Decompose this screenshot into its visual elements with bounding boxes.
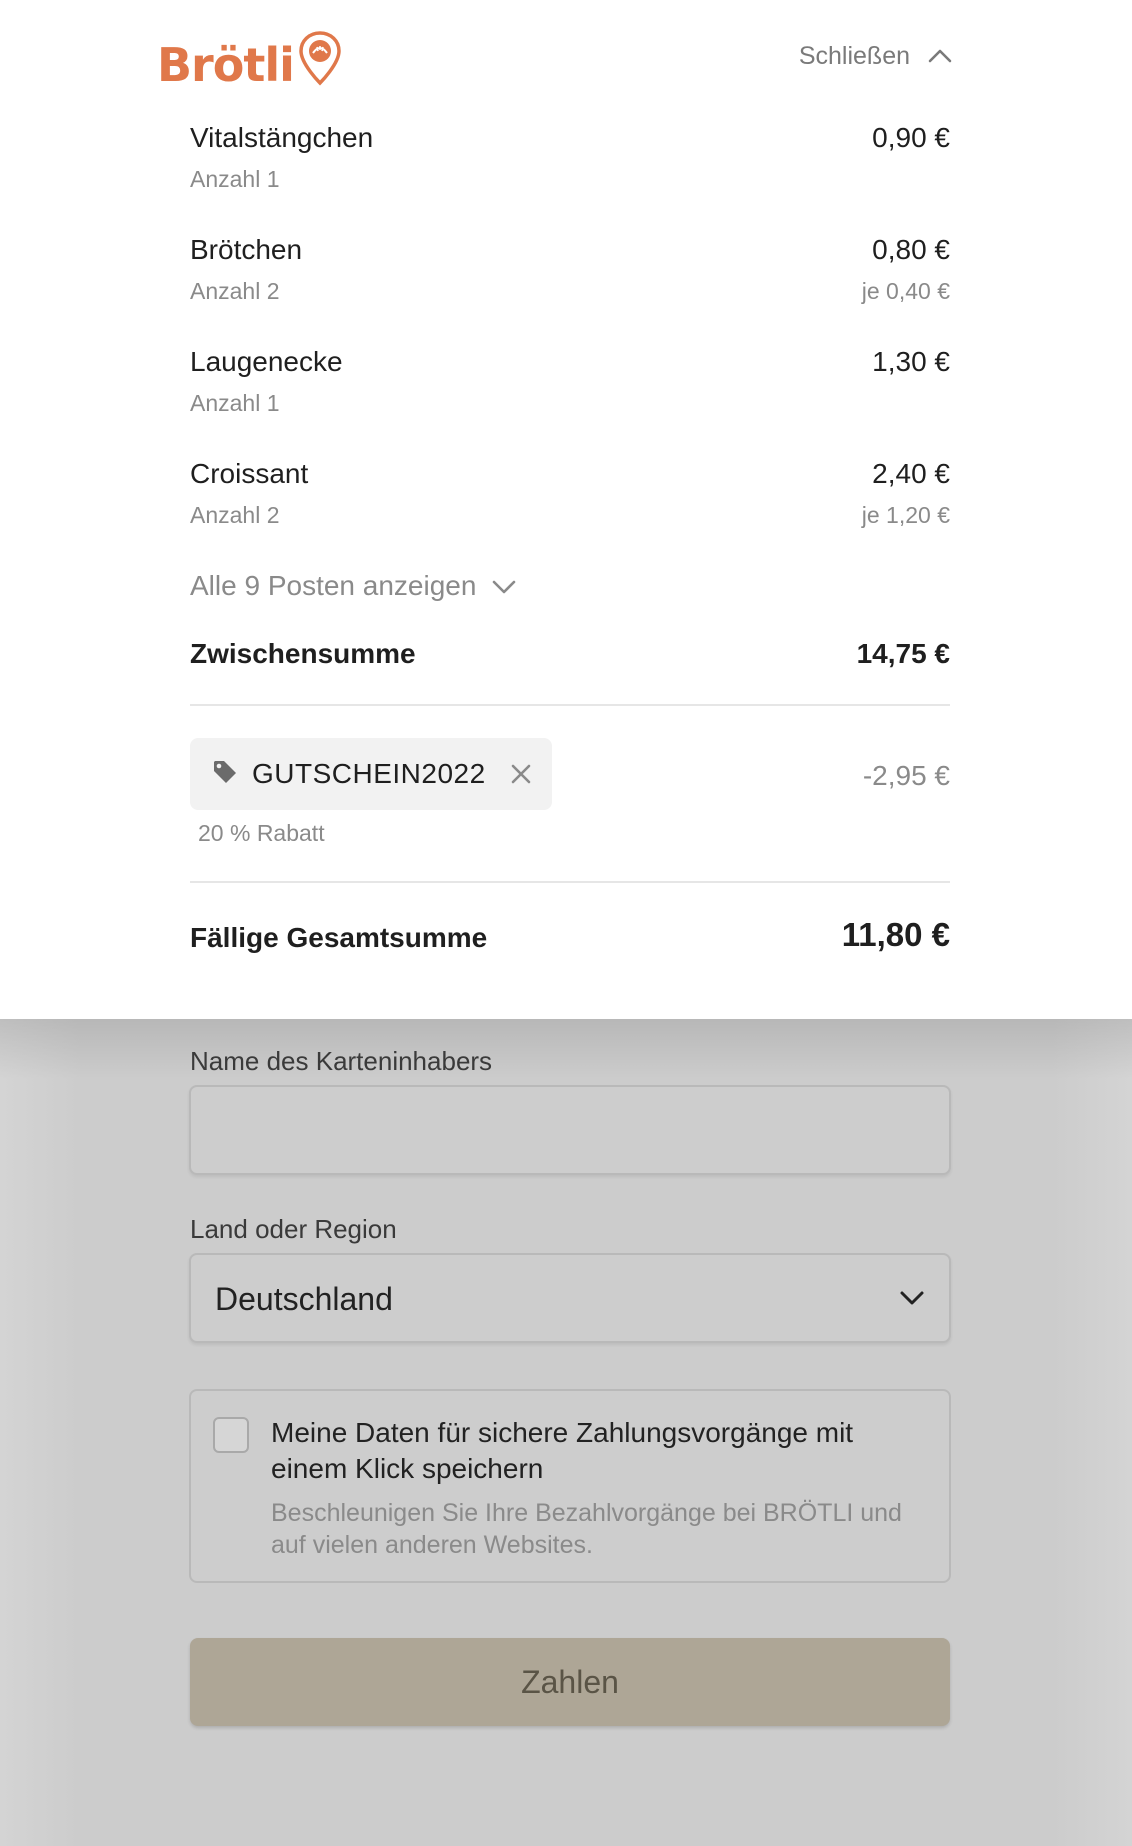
item-name: Croissant bbox=[190, 458, 309, 489]
item-price: 0,90 € bbox=[872, 122, 950, 153]
item-price: 2,40 € bbox=[872, 458, 950, 489]
item-name: Brötchen bbox=[190, 234, 303, 265]
item-quantity: Anzahl 1 bbox=[190, 166, 280, 192]
item-quantity: Anzahl 1 bbox=[190, 390, 280, 416]
divider bbox=[190, 881, 950, 883]
line-item: Laugenecke Anzahl 1 1,30 € bbox=[190, 342, 950, 454]
coupon-code: GUTSCHEIN2022 bbox=[252, 758, 486, 789]
subtotal-value: 14,75 € bbox=[856, 638, 950, 669]
subtotal-label: Zwischensumme bbox=[190, 638, 416, 669]
coupon-chip: GUTSCHEIN2022 bbox=[190, 738, 552, 810]
line-items-list: Vitalstängchen Anzahl 1 0,90 € Brötchen … bbox=[190, 118, 950, 566]
item-price: 1,30 € bbox=[872, 346, 950, 377]
sheet-shadow bbox=[0, 1019, 1132, 1079]
total-label: Fällige Gesamtsumme bbox=[190, 922, 488, 953]
show-all-items-button[interactable]: Alle 9 Posten anzeigen bbox=[190, 570, 516, 602]
discount-value: -2,95 € bbox=[862, 760, 950, 791]
brotli-logo: Brötli bbox=[157, 30, 342, 91]
remove-coupon-button[interactable] bbox=[510, 763, 532, 785]
tag-icon bbox=[212, 759, 238, 790]
pay-button[interactable]: Zahlen bbox=[190, 1638, 950, 1726]
save-details-description: Beschleunigen Sie Ihre Bezahlvorgänge be… bbox=[271, 1499, 902, 1559]
item-quantity: Anzahl 2 bbox=[190, 502, 280, 528]
item-quantity: Anzahl 2 bbox=[190, 278, 280, 304]
save-details-title: Meine Daten für sichere Zahlungsvorgänge… bbox=[271, 1417, 854, 1484]
cardholder-name-input[interactable] bbox=[189, 1085, 951, 1175]
item-unit-price: je 0,40 € bbox=[861, 278, 950, 304]
line-item: Vitalstängchen Anzahl 1 0,90 € bbox=[190, 118, 950, 230]
chevron-down-icon bbox=[899, 1289, 925, 1312]
close-summary-label: Schließen bbox=[798, 42, 910, 70]
chevron-down-icon bbox=[492, 570, 516, 602]
item-price: 0,80 € bbox=[872, 234, 950, 265]
country-label: Land oder Region bbox=[190, 1214, 397, 1244]
total-value: 11,80 € bbox=[841, 916, 950, 953]
item-name: Laugenecke bbox=[190, 346, 343, 377]
discount-description: 20 % Rabatt bbox=[198, 820, 325, 846]
divider bbox=[190, 704, 950, 706]
close-summary-button[interactable]: Schließen bbox=[799, 42, 952, 71]
save-details-box: Meine Daten für sichere Zahlungsvorgänge… bbox=[189, 1389, 951, 1583]
chevron-up-icon bbox=[928, 42, 952, 71]
save-details-checkbox[interactable] bbox=[213, 1417, 249, 1453]
order-summary-sheet: Brötli Schließen Vitalstängchen Anzahl 1… bbox=[0, 0, 1132, 1019]
line-item: Croissant Anzahl 2 2,40 € je 1,20 € bbox=[190, 454, 950, 566]
item-unit-price: je 1,20 € bbox=[861, 502, 950, 528]
cardholder-name-label: Name des Karteninhabers bbox=[190, 1046, 493, 1076]
item-name: Vitalstängchen bbox=[190, 122, 374, 153]
country-select-value: Deutschland bbox=[215, 1281, 393, 1317]
logo-text: Brötli bbox=[157, 38, 295, 92]
show-all-items-label: Alle 9 Posten anzeigen bbox=[190, 570, 477, 601]
location-pin-icon bbox=[298, 30, 342, 91]
country-select[interactable]: Deutschland bbox=[189, 1253, 951, 1343]
line-item: Brötchen Anzahl 2 0,80 € je 0,40 € bbox=[190, 230, 950, 342]
